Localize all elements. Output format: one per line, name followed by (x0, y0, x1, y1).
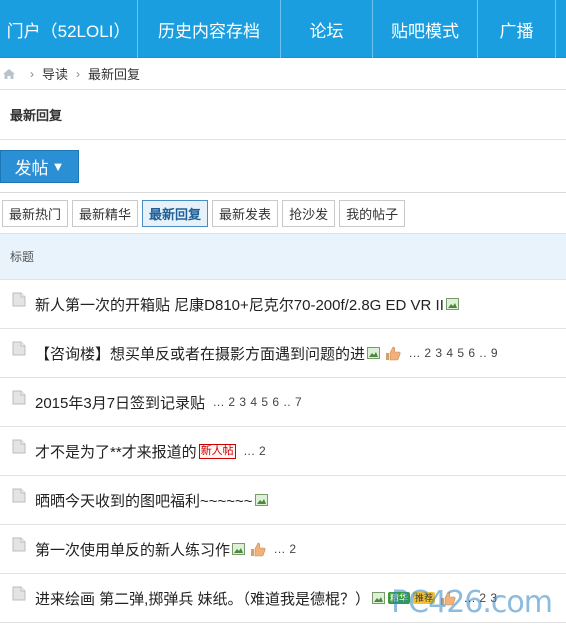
document-icon (12, 537, 26, 551)
nav-item-archive[interactable]: 历史内容存档 (138, 0, 281, 58)
recommend-badge: 推荐 (413, 592, 436, 604)
thread-row[interactable]: 【咨询楼】想买单反或者在摄影方面遇到问题的进 ... 2 3 4 5 6 .. … (0, 329, 566, 378)
document-icon (12, 390, 26, 404)
tab-latest-hot[interactable]: 最新热门 (2, 199, 69, 227)
nav-item-portal[interactable]: 门户（52LOLI） (0, 0, 138, 58)
new-post-button[interactable]: 发帖 ▼ (0, 150, 79, 183)
filter-tabs: 最新热门 最新精华 最新回复 最新发表 抢沙发 我的帖子 (0, 193, 566, 234)
image-attachment-icon (254, 494, 268, 506)
thumbs-up-icon (441, 591, 456, 605)
thread-row[interactable]: 新人第一次的开箱贴 尼康D810+尼克尔70-200f/2.8G ED VR I… (0, 280, 566, 329)
thread-title[interactable]: 新人第一次的开箱贴 尼康D810+尼克尔70-200f/2.8G ED VR I… (35, 294, 444, 315)
page-title: 最新回复 (0, 90, 566, 140)
top-navigation: 门户（52LOLI） 历史内容存档 论坛 贴吧模式 广播 (0, 0, 566, 58)
home-icon[interactable] (2, 68, 16, 80)
breadcrumb-guide[interactable]: 导读 (42, 64, 68, 83)
thumbs-up-icon (386, 346, 401, 360)
tab-my-posts[interactable]: 我的帖子 (339, 199, 406, 227)
thread-row[interactable]: 第一次使用单反的新人练习作 ... 2 (0, 525, 566, 574)
thread-title[interactable]: 2015年3月7日签到记录贴 (35, 392, 205, 413)
nav-item-forum[interactable]: 论坛 (281, 0, 373, 58)
thread-title[interactable]: 才不是为了**才来报道的 (35, 441, 197, 462)
page-links[interactable]: ... 2 (244, 444, 267, 458)
nav-item-broadcast[interactable]: 广播 (478, 0, 556, 58)
thread-row[interactable]: 晒晒今天收到的图吧福利~~~~~~ (0, 476, 566, 525)
page-links[interactable]: ... 2 3 (464, 591, 498, 605)
thread-title[interactable]: 晒晒今天收到的图吧福利~~~~~~ (35, 490, 253, 511)
image-attachment-icon (232, 543, 246, 555)
image-attachment-icon (372, 592, 386, 604)
document-icon (12, 586, 26, 600)
document-icon (12, 439, 26, 453)
thread-row[interactable]: 2015年3月7日签到记录贴 ... 2 3 4 5 6 .. 7 (0, 378, 566, 427)
nav-item-tieba-mode[interactable]: 贴吧模式 (373, 0, 478, 58)
thread-row[interactable]: 才不是为了**才来报道的 新人帖 ... 2 (0, 427, 566, 476)
newcomer-post-badge: 新人帖 (198, 443, 236, 459)
caret-down-icon: ▼ (51, 159, 65, 174)
thumbs-up-icon (251, 542, 266, 556)
page-links[interactable]: ... 2 (274, 542, 297, 556)
document-icon (12, 341, 26, 355)
thread-list-header: 标题 (0, 234, 566, 280)
thread-title[interactable]: 第一次使用单反的新人练习作 (35, 539, 230, 560)
image-attachment-icon (367, 347, 381, 359)
thread-row[interactable]: 进来绘画 第二弹,掷弹兵 妹纸。（难道我是德棍？） 精华 推荐 ... 2 3 (0, 574, 566, 623)
page-links[interactable]: ... 2 3 4 5 6 .. 7 (213, 395, 302, 409)
thread-list: 新人第一次的开箱贴 尼康D810+尼克尔70-200f/2.8G ED VR I… (0, 280, 566, 623)
image-attachment-icon (445, 298, 459, 310)
post-action-area: 发帖 ▼ (0, 140, 566, 193)
document-icon (12, 292, 26, 306)
page-links[interactable]: ... 2 3 4 5 6 .. 9 (409, 346, 498, 360)
document-icon (12, 488, 26, 502)
tab-latest-reply[interactable]: 最新回复 (142, 199, 209, 227)
tab-grab-sofa[interactable]: 抢沙发 (282, 199, 336, 227)
breadcrumb-separator: › (30, 66, 34, 81)
tab-latest-posted[interactable]: 最新发表 (212, 199, 279, 227)
digest-badge: 精华 (388, 592, 411, 604)
breadcrumb: › 导读 › 最新回复 (0, 58, 566, 90)
breadcrumb-separator: › (76, 66, 81, 81)
thread-title[interactable]: 进来绘画 第二弹,掷弹兵 妹纸。（难道我是德棍？） (35, 588, 370, 609)
thread-title[interactable]: 【咨询楼】想买单反或者在摄影方面遇到问题的进 (35, 343, 365, 364)
tab-latest-digest[interactable]: 最新精华 (72, 199, 139, 227)
breadcrumb-latest-reply[interactable]: 最新回复 (88, 64, 140, 83)
column-title-header: 标题 (10, 250, 35, 264)
new-post-label: 发帖 (14, 159, 49, 178)
